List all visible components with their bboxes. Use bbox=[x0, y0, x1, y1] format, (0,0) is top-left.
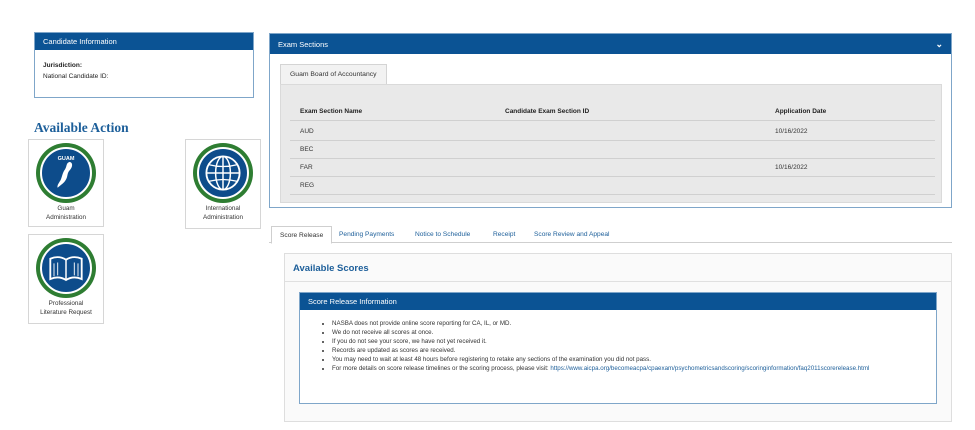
table-header-row: Exam Section Name Candidate Exam Section… bbox=[290, 103, 935, 121]
tab-notice-to-schedule[interactable]: Notice to Schedule bbox=[407, 226, 478, 243]
globe-icon bbox=[193, 143, 253, 203]
list-item: If you do not see your score, we have no… bbox=[332, 338, 927, 347]
list-item: We do not receive all scores at once. bbox=[332, 329, 927, 338]
table-row: FAR 10/16/2022 bbox=[290, 159, 935, 177]
divider bbox=[285, 281, 951, 282]
exam-section-name: REG bbox=[300, 182, 315, 189]
available-action-title: Available Action bbox=[34, 120, 129, 135]
international-label-line1: International bbox=[205, 205, 241, 212]
guam-administration-button[interactable]: GUAM Guam Administration bbox=[28, 139, 104, 227]
score-tabs: Score Release Pending Payments Notice to… bbox=[269, 226, 952, 244]
exam-sections-table: Exam Section Name Candidate Exam Section… bbox=[280, 84, 942, 203]
tab-guam-board-of-accountancy[interactable]: Guam Board of Accountancy bbox=[280, 64, 387, 84]
table-row: REG bbox=[290, 177, 935, 195]
exam-section-name: AUD bbox=[300, 128, 314, 135]
exam-sections-panel: Exam Sections ⌄ Guam Board of Accountanc… bbox=[269, 33, 952, 208]
exam-sections-title: Exam Sections bbox=[278, 39, 329, 49]
guam-map-icon: GUAM bbox=[36, 143, 96, 203]
application-date: 10/16/2022 bbox=[775, 128, 808, 135]
literature-label-line2: Literature Request bbox=[40, 308, 92, 316]
available-scores-title: Available Scores bbox=[293, 263, 369, 274]
available-scores-panel: Available Scores Score Release Informati… bbox=[284, 253, 952, 422]
international-administration-button[interactable]: International Administration bbox=[185, 139, 261, 229]
exam-section-name: FAR bbox=[300, 164, 313, 171]
list-item: Records are updated as scores are receiv… bbox=[332, 347, 927, 356]
jurisdiction-label: Jurisdiction: bbox=[43, 62, 83, 69]
table-row: AUD 10/16/2022 bbox=[290, 123, 935, 141]
list-item: For more details on score release timeli… bbox=[332, 365, 927, 374]
list-item: NASBA does not provide online score repo… bbox=[332, 320, 927, 329]
score-release-more-details-text: For more details on score release timeli… bbox=[332, 364, 551, 372]
score-release-information-header: Score Release Information bbox=[300, 293, 936, 310]
column-header-application-date: Application Date bbox=[775, 108, 827, 115]
score-release-information-title: Score Release Information bbox=[308, 297, 397, 306]
candidate-information-title: Candidate Information bbox=[43, 37, 117, 46]
table-row: BEC bbox=[290, 141, 935, 159]
application-date: 10/16/2022 bbox=[775, 164, 808, 171]
national-candidate-id-label: National Candidate ID: bbox=[43, 73, 109, 80]
international-label-line2: Administration bbox=[203, 213, 243, 221]
tab-score-review-and-appeal[interactable]: Score Review and Appeal bbox=[526, 226, 618, 243]
candidate-information-header: Candidate Information bbox=[35, 33, 253, 50]
score-release-information-panel: Score Release Information NASBA does not… bbox=[299, 292, 937, 404]
guam-label-line1: Guam bbox=[57, 205, 75, 212]
score-release-bullets: NASBA does not provide online score repo… bbox=[332, 320, 927, 373]
column-header-candidate-exam-section-id: Candidate Exam Section ID bbox=[505, 108, 590, 115]
exam-sections-header: Exam Sections ⌄ bbox=[270, 34, 951, 54]
exam-section-name: BEC bbox=[300, 146, 314, 153]
column-header-exam-section-name: Exam Section Name bbox=[300, 108, 363, 115]
candidate-information-panel: Candidate Information Jurisdiction: Nati… bbox=[34, 32, 254, 98]
list-item: You may need to wait at least 48 hours b… bbox=[332, 356, 927, 365]
tab-score-release[interactable]: Score Release bbox=[271, 226, 333, 244]
book-icon bbox=[36, 238, 96, 298]
guam-badge-text: GUAM bbox=[58, 156, 75, 162]
tab-receipt[interactable]: Receipt bbox=[485, 226, 523, 243]
guam-label-line2: Administration bbox=[46, 213, 86, 221]
professional-literature-request-button[interactable]: Professional Literature Request bbox=[28, 234, 104, 324]
score-release-faq-link[interactable]: https://www.aicpa.org/becomeacpa/cpaexam… bbox=[550, 365, 869, 372]
literature-label-line1: Professional bbox=[48, 300, 84, 307]
tab-pending-payments[interactable]: Pending Payments bbox=[331, 226, 402, 243]
chevron-down-icon[interactable]: ⌄ bbox=[935, 39, 943, 50]
